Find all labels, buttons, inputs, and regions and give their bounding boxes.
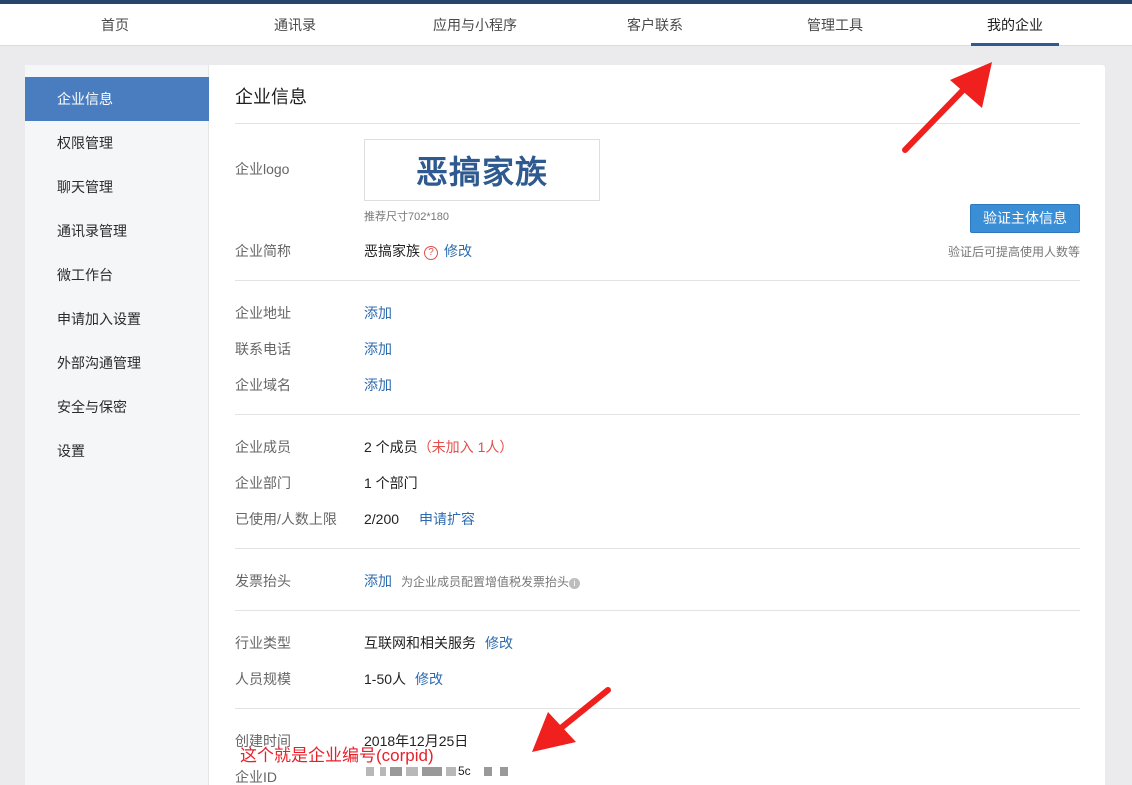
annotation-arrows xyxy=(532,62,992,752)
arrow-icon xyxy=(532,687,611,752)
arrow-icon xyxy=(902,62,992,153)
